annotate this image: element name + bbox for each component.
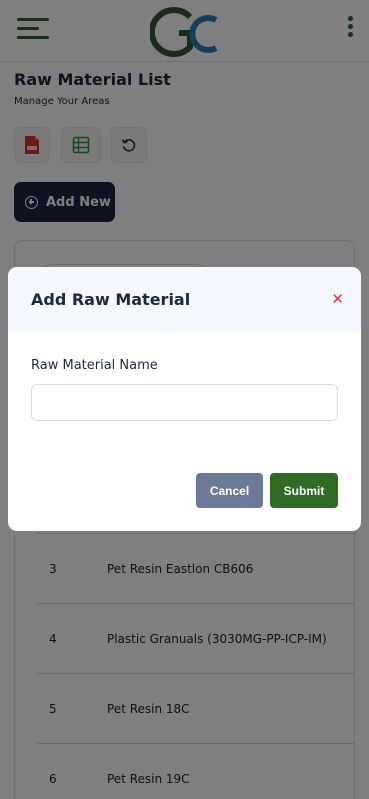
- cancel-button[interactable]: Cancel: [196, 473, 263, 508]
- submit-button[interactable]: Submit: [270, 473, 338, 508]
- close-icon[interactable]: ✕: [331, 291, 344, 307]
- raw-material-name-label: Raw Material Name: [31, 358, 158, 373]
- add-raw-material-modal: Add Raw Material ✕ Raw Material Name Can…: [8, 267, 361, 531]
- modal-title: Add Raw Material: [31, 290, 191, 309]
- modal-header: Add Raw Material ✕: [8, 267, 361, 332]
- raw-material-name-input[interactable]: [31, 384, 338, 421]
